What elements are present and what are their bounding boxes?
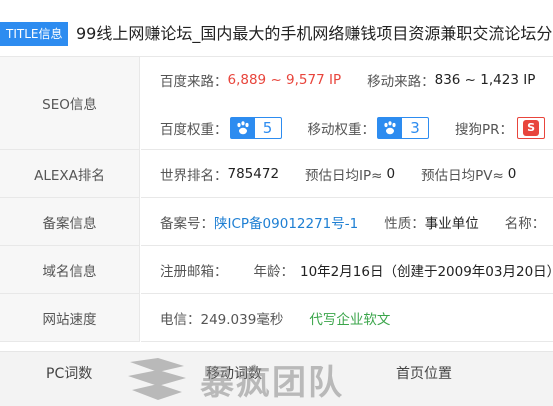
alexa-info-row: 世界排名： 785472 预估日均IP≈ 0 预估日均PV≈ 0 (141, 150, 553, 198)
baidu-weight-value: 5 (262, 119, 273, 137)
domain-info-row: 注册邮箱： 年龄： 10年2月16日（创建于2009年03月20日） (141, 246, 553, 294)
baidu-paw-icon (230, 118, 255, 138)
mobile-weight-value: 3 (410, 119, 420, 137)
label-alexa: ALEXA排名 (0, 150, 140, 198)
world-rank-label: 世界排名： (160, 168, 228, 184)
mobile-weight-badge[interactable]: 3 (377, 117, 429, 139)
speed-line: 电信：249.039毫秒 代写企业软文 (160, 308, 390, 328)
sogou-pr-label: 搜狗PR： (455, 122, 514, 138)
label-speed: 网站速度 (0, 294, 140, 342)
beian-line: 备案号： 陕ICP备09012271号-1 性质： 事业单位 名称： (160, 212, 545, 232)
title-row: TITLE信息 99线上网赚论坛_国内最大的手机网络赚钱项目资源兼职交流论坛分享 (0, 0, 553, 57)
mobile-source-label: 移动来路： (367, 74, 435, 90)
seo-weight-line: 百度权重： 5 移动权重： 3 搜狗PR： S (160, 117, 546, 139)
sogou-icon: S (523, 120, 540, 136)
watermark-logo-icon (128, 358, 186, 400)
title-badge: TITLE信息 (0, 22, 69, 46)
seo-source-line: 百度来路： 6,889 ~ 9,577 IP 移动来路： 836 ~ 1,423… (160, 70, 535, 90)
telecom-speed: 电信：249.039毫秒 (160, 312, 284, 328)
pc-word-count-header: PC词数 (46, 366, 93, 382)
domain-age-label: 年龄： (253, 264, 295, 280)
mobile-paw-icon (378, 118, 402, 138)
sogou-pr-badge[interactable]: S (517, 117, 546, 139)
mobile-weight-label: 移动权重： (307, 122, 376, 138)
agency-link[interactable]: 代写企业软文 (309, 308, 390, 328)
baidu-weight-label: 百度权重： (160, 122, 228, 138)
page-title: 99线上网赚论坛_国内最大的手机网络赚钱项目资源兼职交流论坛分享 (76, 24, 553, 43)
beian-nature-value: 事业单位 (424, 216, 479, 232)
beian-number-link[interactable]: 陕ICP备09012271号-1 (214, 212, 358, 232)
baidu-source-value: 6,889 ~ 9,577 IP (227, 72, 342, 88)
est-ip-label: 预估日均IP≈ (305, 168, 383, 184)
beian-number-label: 备案号： (160, 216, 214, 232)
watermark-text: 暴疯团队 (200, 362, 344, 403)
world-rank-value: 785472 (227, 166, 280, 182)
beian-name-label: 名称： (504, 216, 546, 232)
label-seo: SEO信息 (0, 57, 140, 150)
label-domain: 域名信息 (0, 246, 140, 294)
domain-line: 注册邮箱： 年龄： 10年2月16日（创建于2009年03月20日） (160, 260, 553, 280)
est-pv-value: 0 (507, 166, 517, 182)
baidu-weight-badge[interactable]: 5 (229, 117, 282, 139)
est-pv-label: 预估日均PV≈ (421, 168, 504, 184)
register-email-label: 注册邮箱： (160, 264, 228, 280)
watermark: 暴疯团队 (124, 352, 344, 406)
homepage-position-header: 首页位置 (396, 366, 452, 382)
seo-info-row: 百度来路： 6,889 ~ 9,577 IP 移动来路： 836 ~ 1,423… (141, 57, 553, 150)
label-beian: 备案信息 (0, 198, 140, 246)
speed-info-row: 电信：249.039毫秒 代写企业软文 (141, 294, 553, 342)
alexa-line: 世界排名： 785472 预估日均IP≈ 0 预估日均PV≈ 0 (160, 164, 516, 184)
mobile-source-value: 836 ~ 1,423 IP (434, 72, 536, 88)
baidu-source-label: 百度来路： (160, 74, 228, 90)
est-ip-value: 0 (386, 166, 396, 182)
domain-age-value: 10年2月16日（创建于2009年03月20日） (300, 264, 553, 280)
beian-info-row: 备案号： 陕ICP备09012271号-1 性质： 事业单位 名称： (141, 198, 553, 246)
beian-nature-label: 性质： (384, 216, 425, 232)
